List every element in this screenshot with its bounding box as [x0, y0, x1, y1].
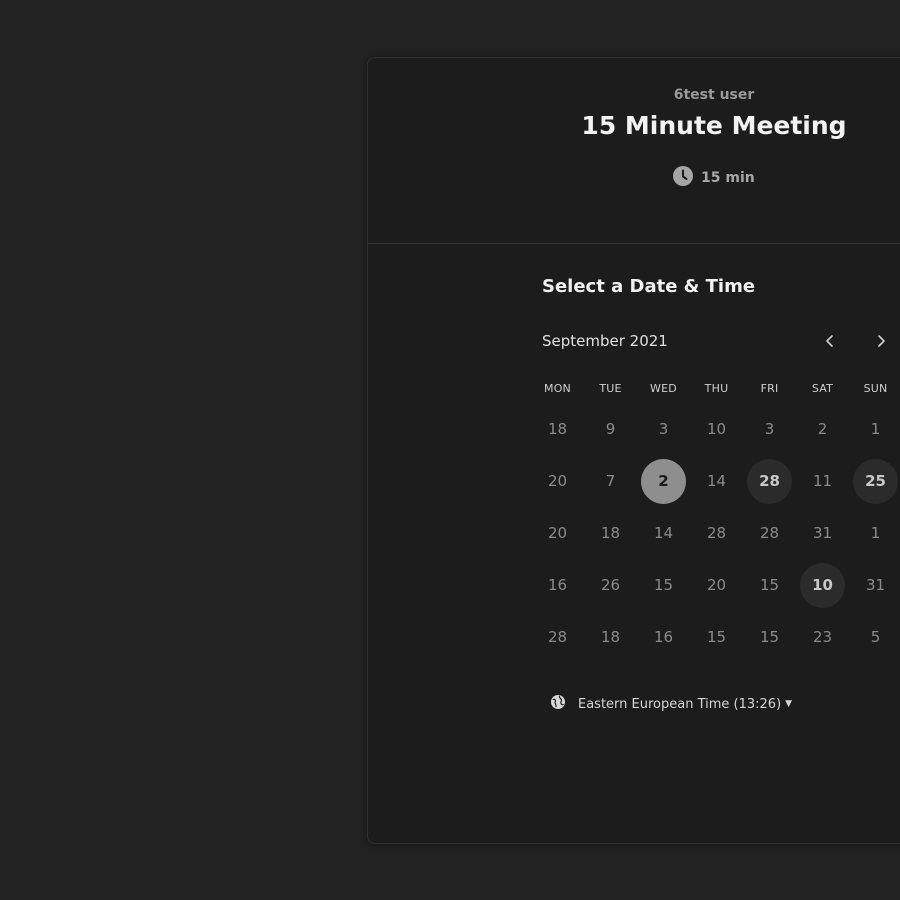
calendar-day: 14 — [690, 455, 743, 507]
calendar-day: 1 — [849, 507, 900, 559]
weekday-label: THU — [704, 382, 729, 395]
calendar-day-number: 15 — [759, 576, 780, 594]
calendar-day: 2 — [796, 403, 849, 455]
chevron-right-icon — [875, 333, 887, 352]
calendar-day: 9 — [584, 403, 637, 455]
calendar-day: 3 — [637, 403, 690, 455]
calendar-day-number: 31 — [865, 576, 886, 594]
calendar-day-number: 31 — [812, 524, 833, 542]
calendar-day-number: 2 — [641, 458, 686, 504]
calendar-day: 31 — [849, 559, 900, 611]
calendar-day-number: 18 — [547, 420, 568, 438]
calendar-day-number: 1 — [870, 420, 881, 438]
calendar-day-number: 28 — [547, 628, 568, 646]
chevron-left-icon — [824, 333, 836, 352]
month-label: September 2021 — [542, 332, 668, 350]
clock-icon — [673, 166, 693, 190]
calendar-day: 31 — [796, 507, 849, 559]
calendar-day-number: 7 — [605, 472, 616, 490]
calendar-day-number: 16 — [653, 628, 674, 646]
calendar-day: 11 — [796, 455, 849, 507]
calendar-day-number: 20 — [706, 576, 727, 594]
calendar-day: 18 — [584, 611, 637, 663]
calendar-day: 1 — [849, 403, 900, 455]
calendar-day[interactable]: 25 — [849, 455, 900, 507]
calendar-day: 15 — [690, 611, 743, 663]
booking-card: 6test user 15 Minute Meeting 15 min Sele… — [367, 57, 900, 844]
calendar-day-number: 16 — [547, 576, 568, 594]
calendar-day: 14 — [637, 507, 690, 559]
timezone-label: Eastern European Time (13:26) — [578, 696, 782, 712]
calendar-day: 5 — [849, 611, 900, 663]
calendar-day-number: 28 — [706, 524, 727, 542]
calendar-day-number: 9 — [605, 420, 616, 438]
caret-down-icon: ▼ — [785, 699, 793, 709]
calendar-day: 20 — [690, 559, 743, 611]
timezone-selector[interactable]: Eastern European Time (13:26) ▼ — [550, 694, 792, 714]
previous-month-button[interactable] — [814, 326, 846, 358]
calendar-day-number: 28 — [759, 524, 780, 542]
calendar-day: 15 — [743, 559, 796, 611]
event-title: 15 Minute Meeting — [581, 111, 847, 140]
calendar-day: 26 — [584, 559, 637, 611]
calendar-day-number: 3 — [764, 420, 775, 438]
calendar-day: 28 — [743, 507, 796, 559]
event-duration: 15 min — [673, 166, 755, 190]
calendar-day-number: 28 — [747, 458, 792, 504]
calendar-day-number: 10 — [800, 562, 845, 608]
calendar-day-number: 14 — [653, 524, 674, 542]
calendar-day: 10 — [690, 403, 743, 455]
calendar-day-number: 18 — [600, 524, 621, 542]
calendar-grid: 18 9 3 10 3 2 1 20 7 2 14 28 11 25 20 18 14 28 28 31 1 16 26 15… — [531, 403, 900, 663]
calendar-day-number: 23 — [812, 628, 833, 646]
calendar-day: 3 — [743, 403, 796, 455]
calendar-day[interactable]: 10 — [796, 559, 849, 611]
calendar-day-number: 20 — [547, 524, 568, 542]
calendar-day-number: 26 — [600, 576, 621, 594]
section-title: Select a Date & Time — [542, 276, 756, 297]
calendar-day-number: 10 — [706, 420, 727, 438]
weekday-label: TUE — [599, 382, 622, 395]
weekday-label: SAT — [811, 382, 834, 395]
calendar-day-number: 3 — [658, 420, 669, 438]
calendar-day-number: 15 — [706, 628, 727, 646]
next-month-button[interactable] — [865, 326, 897, 358]
calendar-day-number: 2 — [817, 420, 828, 438]
calendar-day-number: 15 — [759, 628, 780, 646]
event-header: 6test user 15 Minute Meeting 15 min — [368, 58, 900, 244]
calendar-day: 18 — [584, 507, 637, 559]
duration-label: 15 min — [701, 170, 755, 186]
calendar-day-number: 25 — [853, 458, 898, 504]
calendar-day: 20 — [531, 455, 584, 507]
calendar-day-number: 5 — [870, 628, 881, 646]
calendar-day: 18 — [531, 403, 584, 455]
calendar-day: 16 — [531, 559, 584, 611]
weekday-label: MON — [544, 382, 571, 395]
calendar-day: 28 — [531, 611, 584, 663]
calendar-day-number: 14 — [706, 472, 727, 490]
calendar-day: 15 — [637, 559, 690, 611]
calendar-day-number: 11 — [812, 472, 833, 490]
globe-icon — [550, 694, 566, 714]
weekday-header: MON TUE WED THU FRI SAT SUN — [531, 382, 900, 395]
calendar-day: 15 — [743, 611, 796, 663]
organizer-name: 6test user — [673, 87, 755, 103]
weekday-label: FRI — [760, 382, 779, 395]
calendar-day: 28 — [690, 507, 743, 559]
calendar-day[interactable]: 28 — [743, 455, 796, 507]
calendar-day: 20 — [531, 507, 584, 559]
calendar-day: 7 — [584, 455, 637, 507]
weekday-label: SUN — [863, 382, 888, 395]
weekday-label: WED — [650, 382, 677, 395]
calendar-day[interactable]: 2 — [637, 455, 690, 507]
calendar-day-number: 20 — [547, 472, 568, 490]
calendar-day: 23 — [796, 611, 849, 663]
calendar-day-number: 18 — [600, 628, 621, 646]
calendar-day-number: 1 — [870, 524, 881, 542]
calendar-day: 16 — [637, 611, 690, 663]
calendar-day-number: 15 — [653, 576, 674, 594]
